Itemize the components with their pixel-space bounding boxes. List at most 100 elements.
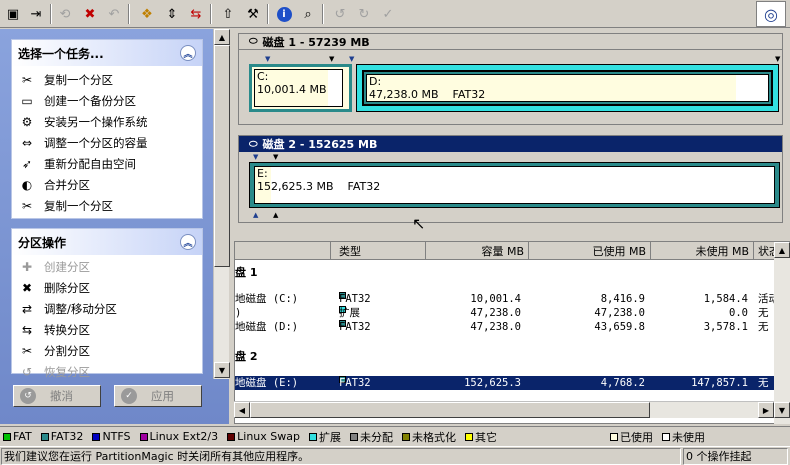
partition-e-block[interactable]: E: 152,625.3 MB FAT32 [249, 162, 780, 208]
copy-icon[interactable]: ❖ [137, 4, 157, 24]
apply-button-label: 应用 [151, 389, 174, 403]
legend-label: 已使用 [619, 430, 653, 444]
task-item-label: 调整一个分区的容量 [44, 135, 148, 150]
row-status: 无 [758, 307, 769, 319]
column-header-unused[interactable]: 未使用 MB [651, 242, 754, 260]
export-icon[interactable]: ⇥ [26, 4, 46, 24]
undo2-disabled-icon: ↺ [334, 6, 346, 22]
table-row[interactable]: 地磁盘 (C:) FAT32 10,001.4 8,416.9 1,584.4 活动 [235, 292, 779, 306]
task-item-4[interactable]: ➶ 重新分配自由空间 [12, 153, 202, 174]
legend-item: Linux Ext2/3 [137, 430, 218, 443]
table-vertical-scrollbar[interactable]: ▲ ▼ [774, 242, 790, 424]
toolbar-separator [267, 4, 269, 24]
legend-item: NTFS [89, 430, 131, 443]
table-horizontal-scrollbar[interactable]: ◀ ▶ [234, 401, 774, 418]
row-name: 地磁盘 (E:) [235, 377, 299, 389]
task-item-label: 复制一个分区 [44, 198, 113, 213]
table-row[interactable]: 地磁盘 (E:) FAT32 152,625.3 4,768.2 147,857.1 无 [235, 376, 775, 390]
undo-icon: ↺ [20, 388, 36, 404]
collapse-up-icon[interactable]: ︽ [180, 234, 196, 250]
apply-button[interactable]: ✓ 应用 [114, 385, 202, 407]
partitionmagic-logo-icon: ◎ [756, 1, 786, 27]
scroll-right-icon[interactable]: ▶ [758, 402, 774, 418]
redo-disabled-icon: ↶ [108, 6, 120, 22]
resize-icon[interactable]: ⇕ [162, 4, 182, 24]
collapse-up-icon[interactable]: ︽ [180, 45, 196, 61]
task-item-label: 合并分区 [44, 177, 90, 192]
scroll-left-icon[interactable]: ◀ [234, 402, 250, 418]
partition-op-1[interactable]: ✖ 删除分区 [12, 277, 202, 298]
new-icon[interactable]: ▣ [3, 4, 23, 24]
disk-1-frame[interactable]: ⬭ 磁盘 1 - 57239 MB ▼ ▼ ▼ ▼ C: 10,001.4 MB … [238, 33, 783, 125]
legend-bar: FAT FAT32 NTFS Linux Ext2/3 Linux Swap 扩展 未分配 未… [0, 426, 790, 446]
task-item-2[interactable]: ⚙ 安装另一个操作系统 [12, 111, 202, 132]
search-icon[interactable]: ⌕ [298, 4, 318, 24]
partition-op-4[interactable]: ✂ 分割分区 [12, 340, 202, 361]
legend-swatch [609, 432, 618, 441]
row-type-label: FAT32 [339, 321, 371, 333]
legend-item: 已使用 [607, 429, 653, 445]
legend-label: 扩展 [318, 430, 341, 444]
task-item-6[interactable]: ✂ 复制一个分区 [12, 195, 202, 216]
table-row[interactable]: 地磁盘 (D:) FAT32 47,238.0 43,659.8 3,578.1 无 [235, 320, 775, 334]
disk-1-title[interactable]: ⬭ 磁盘 1 - 57239 MB [239, 34, 782, 50]
partition-op-2[interactable]: ⇄ 调整/移动分区 [12, 298, 202, 319]
scroll-up-icon[interactable]: ▲ [774, 242, 790, 258]
scroll-thumb[interactable] [214, 45, 230, 267]
scroll-down-icon[interactable]: ▼ [214, 362, 230, 378]
task-item-3[interactable]: ⇔ 调整一个分区的容量 [12, 132, 202, 153]
partition-d-block[interactable]: D: 47,238.0 MB FAT32 [356, 64, 779, 112]
undo-button[interactable]: ↺ 撤消 [13, 385, 101, 407]
up-icon[interactable]: ⇧ [218, 4, 238, 24]
partition-ops-title: 分区操作 [18, 235, 67, 250]
legend-item: 未分配 [347, 429, 393, 445]
scroll-thumb[interactable] [250, 402, 650, 418]
row-type-label: FAT32 [339, 293, 371, 305]
column-header-capacity[interactable]: 容量 MB [426, 242, 529, 260]
partition-c-block[interactable]: C: 10,001.4 MB [249, 64, 352, 112]
legend-swatch [661, 432, 670, 441]
partition-ops-header[interactable]: 分区操作 ︽ [12, 229, 202, 255]
scroll-down-icon[interactable]: ▼ [774, 402, 790, 418]
row-type-label: FAT32 [339, 377, 371, 389]
column-header-type[interactable]: 类型 [331, 242, 426, 260]
copy-partition-icon: ✂ [21, 198, 33, 213]
task-item-5[interactable]: ◐ 合并分区 [12, 174, 202, 195]
partition-c-unused [328, 70, 342, 106]
task-panel: 选择一个任务... ︽ ✂ 复制一个分区 ▭ 创建一个备份分区 ⚙ 安装另一个操作系统 ⇔ 调… [0, 29, 229, 424]
partition-end-marker: ▼ [273, 153, 279, 161]
partition-op-label: 调整/移动分区 [44, 301, 117, 316]
row-name: ) [235, 307, 242, 319]
disk-2-title[interactable]: ⬭ 磁盘 2 - 152625 MB [239, 136, 782, 152]
scroll-up-icon[interactable]: ▲ [214, 29, 230, 45]
resize-icon: ⇔ [21, 135, 33, 150]
legend-label: 未使用 [671, 430, 705, 444]
legend-item: Linux Swap [224, 430, 300, 443]
disk-group-1: 盘 1 [235, 266, 258, 279]
task-section-title: 选择一个任务... [18, 46, 104, 61]
task-item-0[interactable]: ✂ 复制一个分区 [12, 69, 202, 90]
mouse-cursor-icon: ↖ [412, 214, 426, 233]
row-status: 无 [758, 321, 769, 333]
apply-disabled-icon: ✓ [382, 6, 394, 22]
task-panel-scrollbar[interactable]: ▲ ▼ [213, 29, 230, 379]
partition-ops-section: 分区操作 ︽ ✚ 创建分区 ✖ 删除分区 ⇄ 调整/移动分区 ⇆ 转换分区 ✂ 分割分区 ↺ 恢复分区 [11, 228, 203, 379]
column-header-used[interactable]: 已使用 MB [529, 242, 651, 260]
partition-op-3[interactable]: ⇆ 转换分区 [12, 319, 202, 340]
disk-group-2: 盘 2 [235, 350, 258, 363]
table-row[interactable]: ) 扩展 47,238.0 47,238.0 0.0 无 [235, 306, 775, 320]
task-section-header[interactable]: 选择一个任务... ︽ [12, 40, 202, 66]
disk-2-frame[interactable]: ⬭ 磁盘 2 - 152625 MB ▼ ▼ E: 152,625.3 MB FA… [238, 135, 783, 223]
undo-disabled-icon: ⟲ [59, 6, 71, 22]
column-header-name[interactable] [235, 242, 331, 260]
legend-swatch [3, 432, 11, 441]
delete-icon[interactable]: ✖ [80, 4, 100, 24]
toolbar-separator [50, 4, 52, 24]
tools-icon[interactable]: ⚒ [243, 4, 263, 24]
row-used: 43,659.8 [594, 321, 645, 333]
task-item-1[interactable]: ▭ 创建一个备份分区 [12, 90, 202, 111]
move-icon[interactable]: ⇆ [186, 4, 206, 24]
info-icon[interactable]: i [274, 4, 294, 24]
pending-operations: 0 个操作挂起 [683, 448, 788, 465]
partition-start-marker: ▼ [253, 153, 259, 161]
